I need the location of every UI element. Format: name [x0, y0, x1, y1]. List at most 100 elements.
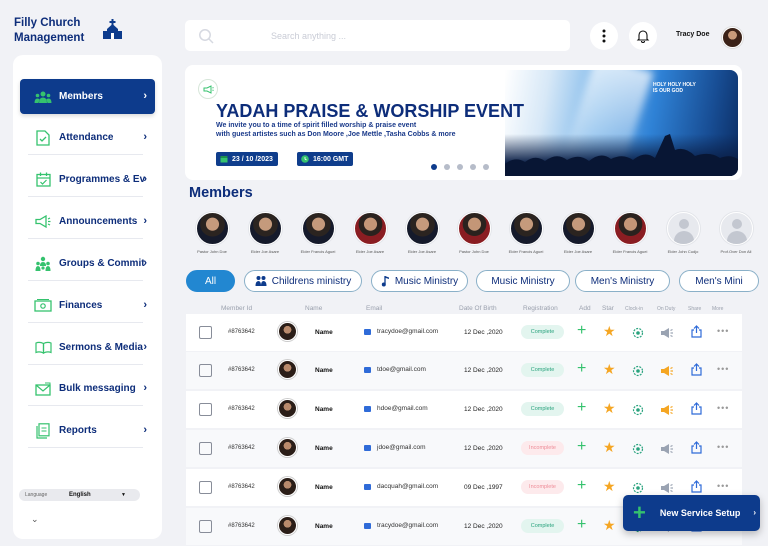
row-checkbox[interactable] — [199, 326, 212, 339]
member-card[interactable]: Prof.Over Don Ali — [710, 209, 762, 254]
search-bar[interactable] — [185, 20, 570, 51]
date-of-birth: 09 Dec ,1997 — [464, 484, 503, 491]
sidebar-item-programmes-eve[interactable]: Programmes & Eve...› — [20, 162, 155, 197]
row-checkbox[interactable] — [199, 520, 212, 533]
member-card[interactable]: Elder Joe Asare — [396, 209, 448, 254]
member-card[interactable]: Elder Joe Asare — [552, 209, 604, 254]
share-icon[interactable] — [691, 363, 702, 381]
star-icon[interactable]: ★ — [603, 323, 616, 339]
member-id: #8763642 — [228, 329, 255, 335]
share-icon[interactable] — [691, 441, 702, 459]
table-row[interactable]: #8763642 Name hdoe@gmail.com 12 Dec ,2020 Co… — [186, 391, 742, 428]
add-icon[interactable]: + — [577, 361, 586, 377]
on-duty-megaphone-icon[interactable] — [660, 442, 674, 460]
column-header: Add — [579, 305, 591, 312]
star-icon[interactable]: ★ — [603, 439, 616, 455]
sidebar-item-attendance[interactable]: Attendance › — [20, 120, 155, 155]
more-options-icon[interactable]: ••• — [717, 404, 729, 413]
sidebar-item-groups-committ[interactable]: Groups & Committ...› — [20, 246, 155, 281]
member-card[interactable]: Elder Francis Aguei — [604, 209, 656, 254]
member-card[interactable]: Elder Joe Asare — [344, 209, 396, 254]
filter-pill[interactable]: Music Ministry — [476, 270, 570, 292]
star-icon[interactable]: ★ — [603, 478, 616, 494]
more-options-button[interactable] — [590, 22, 618, 50]
on-duty-megaphone-icon[interactable] — [660, 403, 674, 421]
clock-in-icon[interactable] — [632, 326, 644, 344]
filter-pill[interactable]: Childrens ministry — [244, 270, 362, 292]
notifications-button[interactable] — [629, 22, 657, 50]
add-icon[interactable]: + — [577, 439, 586, 455]
table-row[interactable]: #8763642 Name tracydoe@gmail.com 12 Dec ,20… — [186, 314, 742, 351]
brand-logo: Filly Church Management — [14, 17, 154, 49]
announcement-badge-icon — [198, 79, 218, 99]
table-row[interactable]: #8763642 Name jdoe@gmail.com 12 Dec ,2020 In… — [186, 430, 742, 467]
share-icon[interactable] — [691, 325, 702, 343]
filter-pill[interactable]: Men's Mini — [679, 270, 759, 292]
member-card[interactable]: Elder Joe Asare — [239, 209, 291, 254]
plus-icon: + — [633, 500, 646, 525]
profile-avatar[interactable] — [722, 27, 743, 48]
email-icon — [364, 523, 371, 529]
member-name: Name — [315, 329, 333, 336]
new-service-setup-button[interactable]: + New Service Setup › — [623, 495, 760, 531]
event-date: 23 / 10 /2023 — [232, 155, 273, 163]
member-email: tracydoe@gmail.com — [377, 522, 439, 529]
sidebar-item-announcements[interactable]: Announcements › — [20, 204, 155, 239]
star-icon[interactable]: ★ — [603, 517, 616, 533]
more-options-icon[interactable]: ••• — [717, 365, 729, 374]
on-duty-megaphone-icon[interactable] — [660, 326, 674, 344]
share-icon[interactable] — [691, 402, 702, 420]
member-avatar — [405, 212, 439, 245]
member-card[interactable]: Elder Francis Aguei — [500, 209, 552, 254]
filter-pill[interactable]: All — [186, 270, 235, 292]
member-card[interactable]: Pastor John Doe — [186, 209, 238, 254]
add-icon[interactable]: + — [577, 323, 586, 339]
member-name: Elder Francis Aguei — [612, 249, 648, 254]
on-duty-megaphone-icon[interactable] — [660, 364, 674, 382]
chevron-right-icon: › — [143, 215, 147, 227]
sidebar-item-sermons-media[interactable]: Sermons & Media › — [20, 330, 155, 365]
table-row[interactable]: #8763642 Name tdoe@gmail.com 12 Dec ,2020 Co… — [186, 352, 742, 389]
member-cards-row: Pastor John Doe Elder Joe Asare Elder Fran… — [186, 209, 768, 261]
star-icon[interactable]: ★ — [603, 361, 616, 377]
row-checkbox[interactable] — [199, 364, 212, 377]
member-card[interactable]: Pastor John Doe — [448, 209, 500, 254]
more-options-icon[interactable]: ••• — [717, 482, 729, 491]
member-card[interactable]: Elder John Cudjo — [657, 209, 709, 254]
event-banner[interactable]: HOLY HOLY HOLY IS OUR GOD YADAH PRAISE & … — [185, 65, 742, 180]
row-checkbox[interactable] — [199, 442, 212, 455]
sidebar-item-finances[interactable]: Finances › — [20, 288, 155, 323]
member-name: Elder Joe Asare — [407, 249, 437, 254]
more-options-icon[interactable]: ••• — [717, 327, 729, 336]
filter-pill[interactable]: Music Ministry — [371, 270, 468, 292]
add-icon[interactable]: + — [577, 400, 586, 416]
column-header: Share — [688, 306, 702, 312]
add-icon[interactable]: + — [577, 478, 586, 494]
more-options-icon[interactable]: ••• — [717, 443, 729, 452]
member-avatar — [509, 212, 543, 245]
email-icon — [364, 329, 371, 335]
sidebar-item-bulk-messaging[interactable]: Bulk messaging › — [20, 371, 155, 406]
clock-in-icon[interactable] — [632, 364, 644, 382]
collapse-sidebar-icon[interactable]: ⌄ — [31, 514, 39, 525]
add-icon[interactable]: + — [577, 517, 586, 533]
member-card[interactable]: Elder Francis Aguei — [292, 209, 344, 254]
clock-in-icon[interactable] — [632, 403, 644, 421]
row-checkbox[interactable] — [199, 481, 212, 494]
member-avatar — [195, 212, 229, 245]
carousel-dot[interactable] — [470, 164, 476, 170]
filter-pill[interactable]: Men's Ministry — [575, 270, 670, 292]
language-select[interactable]: Language English ▼ — [19, 489, 140, 501]
filter-label: Men's Ministry — [590, 275, 655, 287]
carousel-dot[interactable] — [457, 164, 463, 170]
search-input[interactable] — [271, 26, 531, 46]
member-name: Name — [315, 445, 333, 452]
carousel-dot[interactable] — [444, 164, 450, 170]
carousel-dot[interactable] — [483, 164, 489, 170]
sidebar-item-reports[interactable]: Reports › — [20, 413, 155, 448]
sidebar-item-members[interactable]: Members › — [20, 79, 155, 114]
carousel-dot[interactable] — [431, 164, 437, 170]
clock-in-icon[interactable] — [632, 442, 644, 460]
star-icon[interactable]: ★ — [603, 400, 616, 416]
row-checkbox[interactable] — [199, 403, 212, 416]
